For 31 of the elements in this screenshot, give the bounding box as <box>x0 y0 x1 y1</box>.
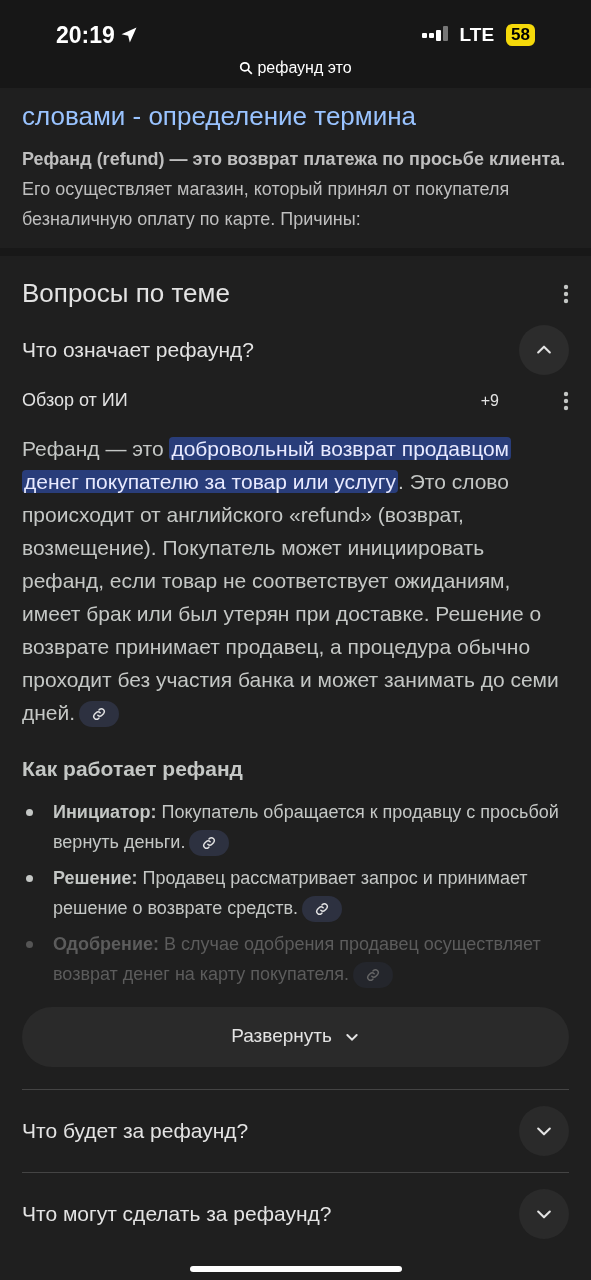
battery-level: 58 <box>506 24 535 46</box>
bullet-text: Инициатор: Покупатель обращается к продавцу с просьбой вернуть деньги. <box>53 796 569 857</box>
clock-time: 20:19 <box>56 20 115 50</box>
link-icon <box>92 707 107 722</box>
expand-toggle-button[interactable] <box>519 1188 569 1239</box>
more-options-icon[interactable] <box>563 390 569 411</box>
source-count[interactable]: +9 <box>480 388 499 413</box>
expand-toggle-button[interactable] <box>519 1105 569 1156</box>
more-options-icon[interactable] <box>563 283 569 304</box>
result-title-link[interactable]: словами - определение термина <box>22 100 569 132</box>
source-link-button[interactable] <box>302 895 343 922</box>
bullet-text: Одобрение: В случае одобрения продавец осуществляет возврат денег на карту покупателя. <box>53 928 569 989</box>
bullet-text: Решение: Продавец рассматривает запрос и принимает решение о возврате средств. <box>53 862 569 923</box>
network-type: LTE <box>459 22 495 47</box>
source-link-button[interactable] <box>189 829 230 856</box>
result-snippet: Рефанд (refund) — это возврат платежа по просьбе клиента. Его осуществляет магазин, который принял от покупателя безналичную оплату по карте. Причины: <box>22 148 567 231</box>
answer-paragraph: Рефанд — это добровольный возврат продавцом денег покупателю за товар или услугу. Это слово происходит от английского «refund» (возврат, возмещение). Покупатель может инициировать рефанд, если товар не соответствует ожиданиям, имеет брак или был утерян при доставке. Решение о возврате принимает продавец, а процедура обычно проходит без участия банка и может занимать до семи дней. <box>22 432 569 729</box>
question-text[interactable]: Что будет за рефаунд? <box>22 1114 249 1147</box>
link-icon <box>202 835 217 850</box>
link-icon <box>366 967 381 982</box>
question-text[interactable]: Что означает рефаунд? <box>22 334 254 366</box>
section-heading: Вопросы по теме <box>22 277 230 310</box>
source-link-button[interactable] <box>79 701 120 728</box>
expand-toggle-button[interactable] <box>519 325 569 375</box>
search-icon <box>239 61 254 75</box>
ai-overview-label: Обзор от ИИ <box>22 389 129 412</box>
search-query[interactable]: рефаунд это <box>257 56 352 80</box>
expand-button[interactable]: Развернуть <box>22 1006 569 1067</box>
question-text[interactable]: Что могут сделать за рефаунд? <box>22 1197 332 1230</box>
answer-subheading: Как работает рефанд <box>22 756 244 782</box>
link-icon <box>315 901 330 916</box>
